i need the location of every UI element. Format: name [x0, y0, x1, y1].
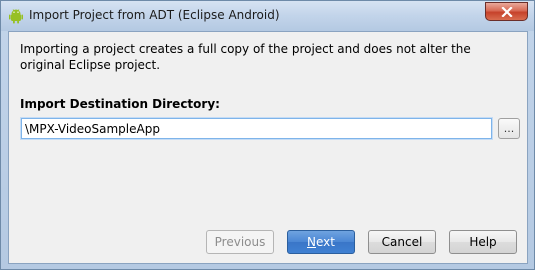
title-bar[interactable]: Import Project from ADT (Eclipse Android… — [1, 1, 534, 31]
help-button[interactable]: Help — [449, 230, 517, 254]
android-icon — [8, 8, 24, 24]
dialog-content: Importing a project creates a full copy … — [8, 31, 528, 264]
browse-button[interactable]: ... — [498, 118, 520, 139]
next-button[interactable]: Next — [287, 230, 355, 254]
description-text: Importing a project creates a full copy … — [20, 42, 471, 72]
next-label: ext — [316, 235, 335, 249]
cancel-button[interactable]: Cancel — [368, 230, 436, 254]
next-mnemonic: N — [307, 235, 316, 249]
window-title: Import Project from ADT (Eclipse Android… — [29, 8, 280, 22]
previous-button[interactable]: Previous — [206, 230, 274, 254]
destination-label: Import Destination Directory: — [20, 97, 220, 111]
close-icon — [500, 2, 513, 21]
close-button[interactable] — [485, 2, 528, 21]
destination-path-input[interactable] — [21, 118, 492, 139]
dialog-window: Import Project from ADT (Eclipse Android… — [0, 0, 535, 270]
